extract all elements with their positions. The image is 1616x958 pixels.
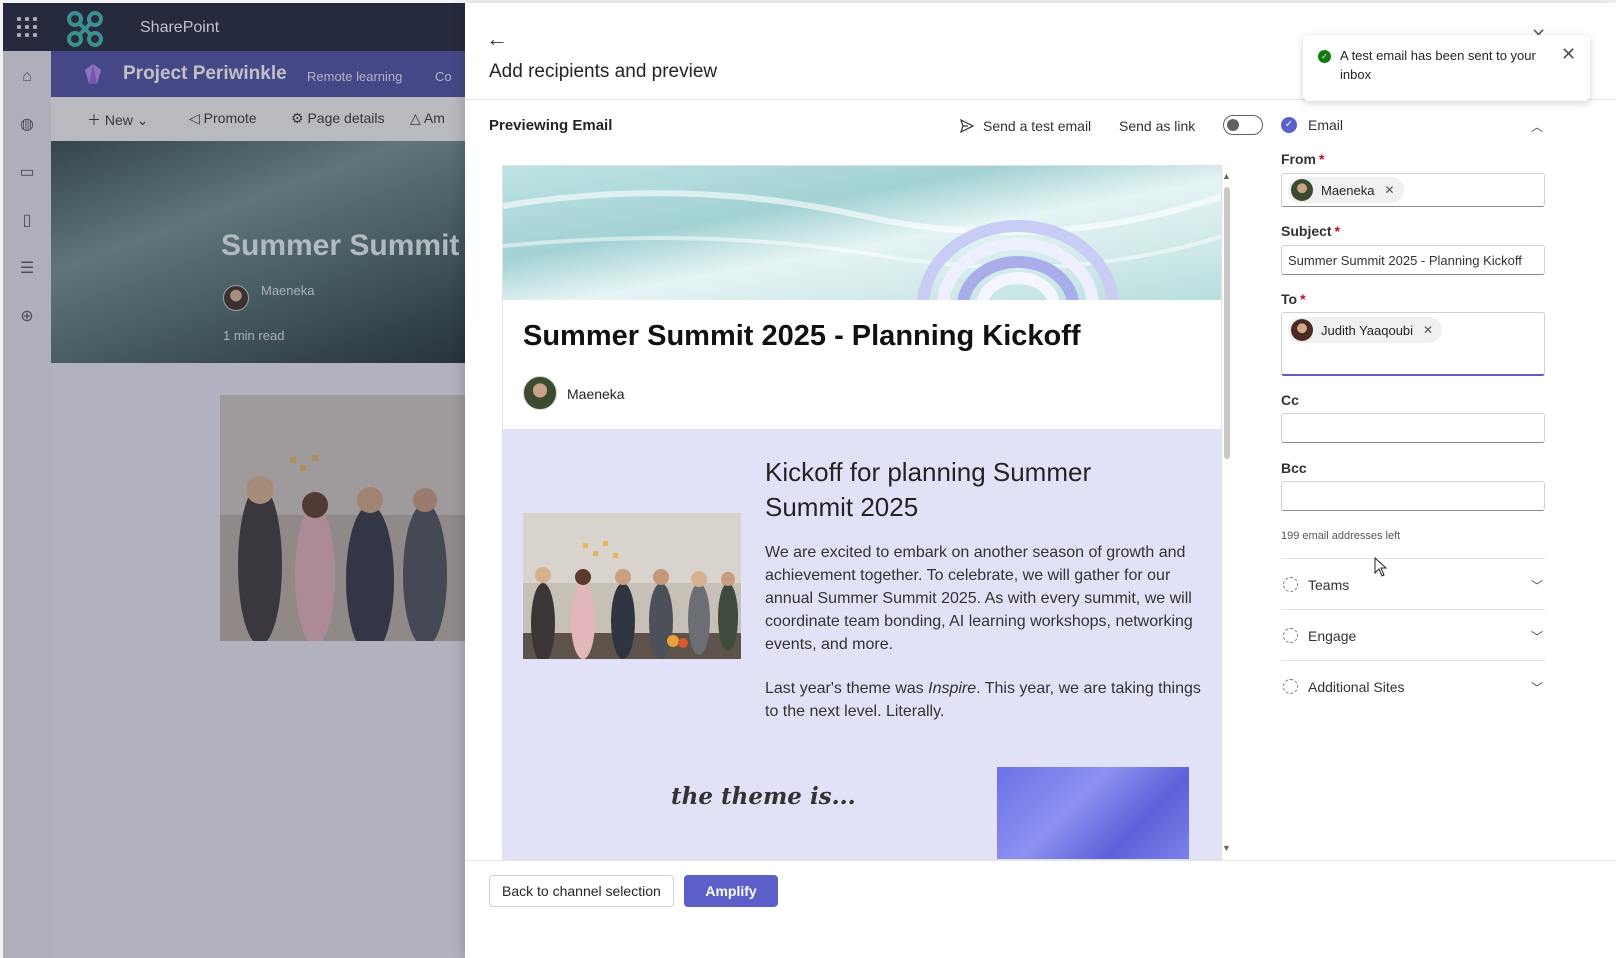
- required-mark: *: [1319, 151, 1325, 167]
- section-title: Kickoff for planning Summer Summit 2025: [765, 457, 1092, 522]
- incomplete-status-icon: [1283, 679, 1298, 694]
- teams-section-label: Teams: [1308, 577, 1350, 593]
- chevron-down-icon[interactable]: ﹀: [1531, 628, 1543, 645]
- team-photo: [523, 513, 741, 659]
- send-icon: [959, 118, 975, 134]
- modal-overlay[interactable]: [3, 3, 465, 958]
- teams-section[interactable]: Teams ﹀: [1281, 573, 1545, 597]
- from-person-name: Maeneka: [1321, 182, 1375, 198]
- success-toast: ✓ A test email has been sent to your inb…: [1303, 35, 1590, 101]
- to-label: To *: [1281, 291, 1306, 307]
- subject-value: Summer Summit 2025 - Planning Kickoff: [1288, 253, 1522, 268]
- incomplete-status-icon: [1283, 577, 1298, 592]
- send-as-link-toggle[interactable]: [1223, 115, 1263, 135]
- paragraph-2-prefix: Last year's theme was: [765, 680, 929, 697]
- email-paragraph-2: Last year's theme was Inspire. This year…: [765, 677, 1205, 723]
- from-label: From *: [1281, 151, 1324, 167]
- scroll-up-icon[interactable]: ▲: [1222, 171, 1231, 181]
- author-avatar: [523, 376, 557, 410]
- divider: [1281, 660, 1545, 661]
- recipients-form: ✓ Email ︿ From * Maeneka ✕ Subject * Summe…: [1281, 103, 1616, 858]
- back-arrow-icon[interactable]: ←: [486, 27, 510, 51]
- screen: SharePoint ⌂ ◍ ▭ ▯ ☰ ⊕ Project Periwinkl…: [0, 0, 1616, 958]
- email-section-header[interactable]: ✓ Email ︿: [1281, 113, 1551, 137]
- avatar: [1291, 319, 1313, 341]
- to-person-pill: Judith Yaaqoubi ✕: [1288, 317, 1443, 343]
- scroll-down-icon[interactable]: ▼: [1222, 843, 1231, 853]
- incomplete-status-icon: [1283, 628, 1298, 643]
- chevron-down-icon[interactable]: ﹀: [1531, 679, 1543, 696]
- theme-teaser: the theme is...: [671, 783, 856, 810]
- divider: [1281, 609, 1545, 610]
- email-banner-image: [503, 166, 1221, 300]
- from-person-pill: Maeneka ✕: [1288, 177, 1404, 203]
- sharepoint-background: SharePoint ⌂ ◍ ▭ ▯ ☰ ⊕ Project Periwinkl…: [3, 3, 465, 958]
- amplify-panel: ← Add recipients and preview ✕ Previewin…: [465, 3, 1616, 958]
- subject-label-text: Subject: [1281, 223, 1332, 239]
- previewing-label: Previewing Email: [489, 117, 613, 134]
- avatar: [1291, 179, 1313, 201]
- from-field[interactable]: Maeneka ✕: [1281, 173, 1545, 207]
- amplify-button[interactable]: Amplify: [684, 875, 778, 907]
- success-check-icon: ✓: [1318, 50, 1331, 63]
- subject-label: Subject *: [1281, 223, 1340, 239]
- check-icon: ✓: [1281, 117, 1297, 133]
- toggle-knob: [1227, 119, 1239, 131]
- email-title: Summer Summit 2025 - Planning Kickoff: [523, 320, 1081, 352]
- email-body: Kickoff for planning Summer Summit 2025 …: [503, 429, 1221, 859]
- required-mark: *: [1300, 291, 1306, 307]
- divider: [465, 860, 1616, 861]
- to-field[interactable]: Judith Yaaqoubi ✕: [1281, 312, 1545, 376]
- email-paragraph-1: We are excited to embark on another seas…: [765, 544, 1193, 653]
- cc-label: Cc: [1281, 392, 1299, 408]
- theme-image: [997, 767, 1189, 859]
- paragraph-2-emphasis: Inspire: [928, 680, 977, 697]
- toast-close-icon[interactable]: ✕: [1561, 44, 1576, 65]
- chevron-up-icon[interactable]: ︿: [1531, 118, 1543, 135]
- send-test-email-label: Send a test email: [983, 118, 1092, 134]
- cc-input[interactable]: [1281, 413, 1545, 443]
- subject-input[interactable]: Summer Summit 2025 - Planning Kickoff: [1281, 245, 1545, 275]
- from-label-text: From: [1281, 151, 1316, 167]
- panel-title: Add recipients and preview: [489, 61, 718, 82]
- back-to-channel-selection-button[interactable]: Back to channel selection: [489, 875, 674, 907]
- engage-section[interactable]: Engage ﹀: [1281, 624, 1545, 648]
- email-author: Maeneka: [567, 386, 625, 402]
- required-mark: *: [1334, 223, 1341, 239]
- scroll-thumb[interactable]: [1224, 187, 1230, 459]
- to-person-name: Judith Yaaqoubi: [1321, 322, 1414, 338]
- divider: [1281, 558, 1545, 559]
- toast-message: A test email has been sent to your inbox: [1340, 48, 1536, 82]
- send-as-link-label: Send as link: [1119, 118, 1196, 134]
- remove-icon[interactable]: ✕: [1423, 323, 1433, 337]
- additional-sites-section-label: Additional Sites: [1308, 679, 1405, 695]
- send-test-email-button[interactable]: Send a test email: [959, 115, 1091, 137]
- email-section-label: Email: [1308, 117, 1344, 133]
- bcc-label: Bcc: [1281, 460, 1307, 476]
- to-label-text: To: [1281, 291, 1298, 307]
- additional-sites-section[interactable]: Additional Sites ﹀: [1281, 675, 1545, 699]
- engage-section-label: Engage: [1308, 628, 1357, 644]
- mouse-cursor-icon: [1374, 557, 1388, 577]
- remove-icon[interactable]: ✕: [1384, 183, 1394, 197]
- chevron-down-icon[interactable]: ﹀: [1531, 577, 1543, 594]
- email-header: Summer Summit 2025 - Planning Kickoff Ma…: [503, 300, 1221, 429]
- preview-scrollbar[interactable]: ▲ ▼: [1222, 171, 1234, 859]
- bcc-input[interactable]: [1281, 481, 1545, 511]
- email-preview: Summer Summit 2025 - Planning Kickoff Ma…: [502, 165, 1222, 860]
- addresses-left-text: 199 email addresses left: [1281, 530, 1401, 542]
